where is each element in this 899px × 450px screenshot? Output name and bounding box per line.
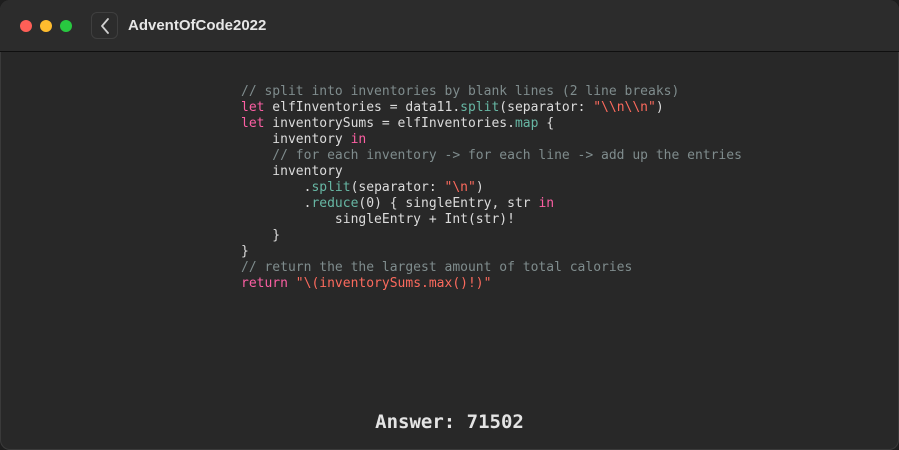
answer-text: Answer: 71502 bbox=[0, 409, 899, 435]
code-token: inventorySums = elfInventories. bbox=[264, 116, 515, 131]
code-line: .reduce(0) { singleEntry, str in bbox=[241, 196, 742, 212]
code-token: let bbox=[241, 100, 265, 115]
code-token: map bbox=[514, 116, 539, 131]
code-token: split bbox=[460, 100, 500, 115]
code-token: "\\n\\n" bbox=[593, 100, 656, 115]
answer-label: Answer: bbox=[375, 411, 456, 433]
code-token: return bbox=[241, 276, 288, 291]
code-line: .split(separator: "\n") bbox=[241, 180, 742, 196]
code-token: . bbox=[241, 196, 312, 211]
code-token: "\(inventorySums.max()!)" bbox=[287, 276, 492, 291]
code-line: inventory in bbox=[241, 132, 742, 148]
code-token: "\n" bbox=[444, 180, 476, 195]
code-token: // for each inventory -> for each line -… bbox=[241, 148, 742, 163]
code-token: (separator: bbox=[499, 100, 594, 115]
code-token: in bbox=[538, 196, 555, 211]
minimize-window-button[interactable] bbox=[40, 20, 52, 32]
code-token: // split into inventories by blank lines… bbox=[241, 84, 680, 99]
code-token: singleEntry + Int(str)! bbox=[241, 212, 515, 227]
close-window-button[interactable] bbox=[20, 20, 32, 32]
code-line: // return the the largest amount of tota… bbox=[241, 260, 742, 276]
back-button[interactable] bbox=[91, 12, 118, 39]
chevron-left-icon bbox=[100, 17, 109, 34]
code-line: // split into inventories by blank lines… bbox=[241, 84, 742, 100]
window-title: AdventOfCode2022 bbox=[128, 17, 267, 34]
code-token: in bbox=[350, 132, 367, 147]
code-token: ) bbox=[475, 180, 484, 195]
code-line: } bbox=[241, 228, 742, 244]
title-bar: AdventOfCode2022 bbox=[0, 0, 899, 52]
code-token: let bbox=[241, 116, 265, 131]
code-line: inventory bbox=[241, 164, 742, 180]
code-line: } bbox=[241, 244, 742, 260]
code-token: inventory bbox=[241, 164, 343, 179]
code-token: { bbox=[538, 116, 555, 131]
code-block: // split into inventories by blank lines… bbox=[241, 84, 742, 292]
code-token: split bbox=[311, 180, 351, 195]
code-token: elfInventories = data11. bbox=[264, 100, 461, 115]
code-token: inventory bbox=[241, 132, 351, 147]
code-token: (separator: bbox=[350, 180, 445, 195]
zoom-window-button[interactable] bbox=[60, 20, 72, 32]
code-line: let elfInventories = data11.split(separa… bbox=[241, 100, 742, 116]
code-token: // return the the largest amount of tota… bbox=[241, 260, 633, 275]
code-token: (0) { singleEntry, str bbox=[358, 196, 539, 211]
code-token: ) bbox=[655, 100, 664, 115]
code-line: singleEntry + Int(str)! bbox=[241, 212, 742, 228]
app-window: AdventOfCode2022 // split into inventori… bbox=[0, 0, 899, 450]
code-line: // for each inventory -> for each line -… bbox=[241, 148, 742, 164]
code-token: . bbox=[241, 180, 312, 195]
code-token: } bbox=[241, 244, 249, 259]
code-token: reduce bbox=[311, 196, 359, 211]
code-line: let inventorySums = elfInventories.map { bbox=[241, 116, 742, 132]
code-token: } bbox=[241, 228, 281, 243]
code-line: return "\(inventorySums.max()!)" bbox=[241, 276, 742, 292]
answer-value: 71502 bbox=[466, 411, 524, 433]
